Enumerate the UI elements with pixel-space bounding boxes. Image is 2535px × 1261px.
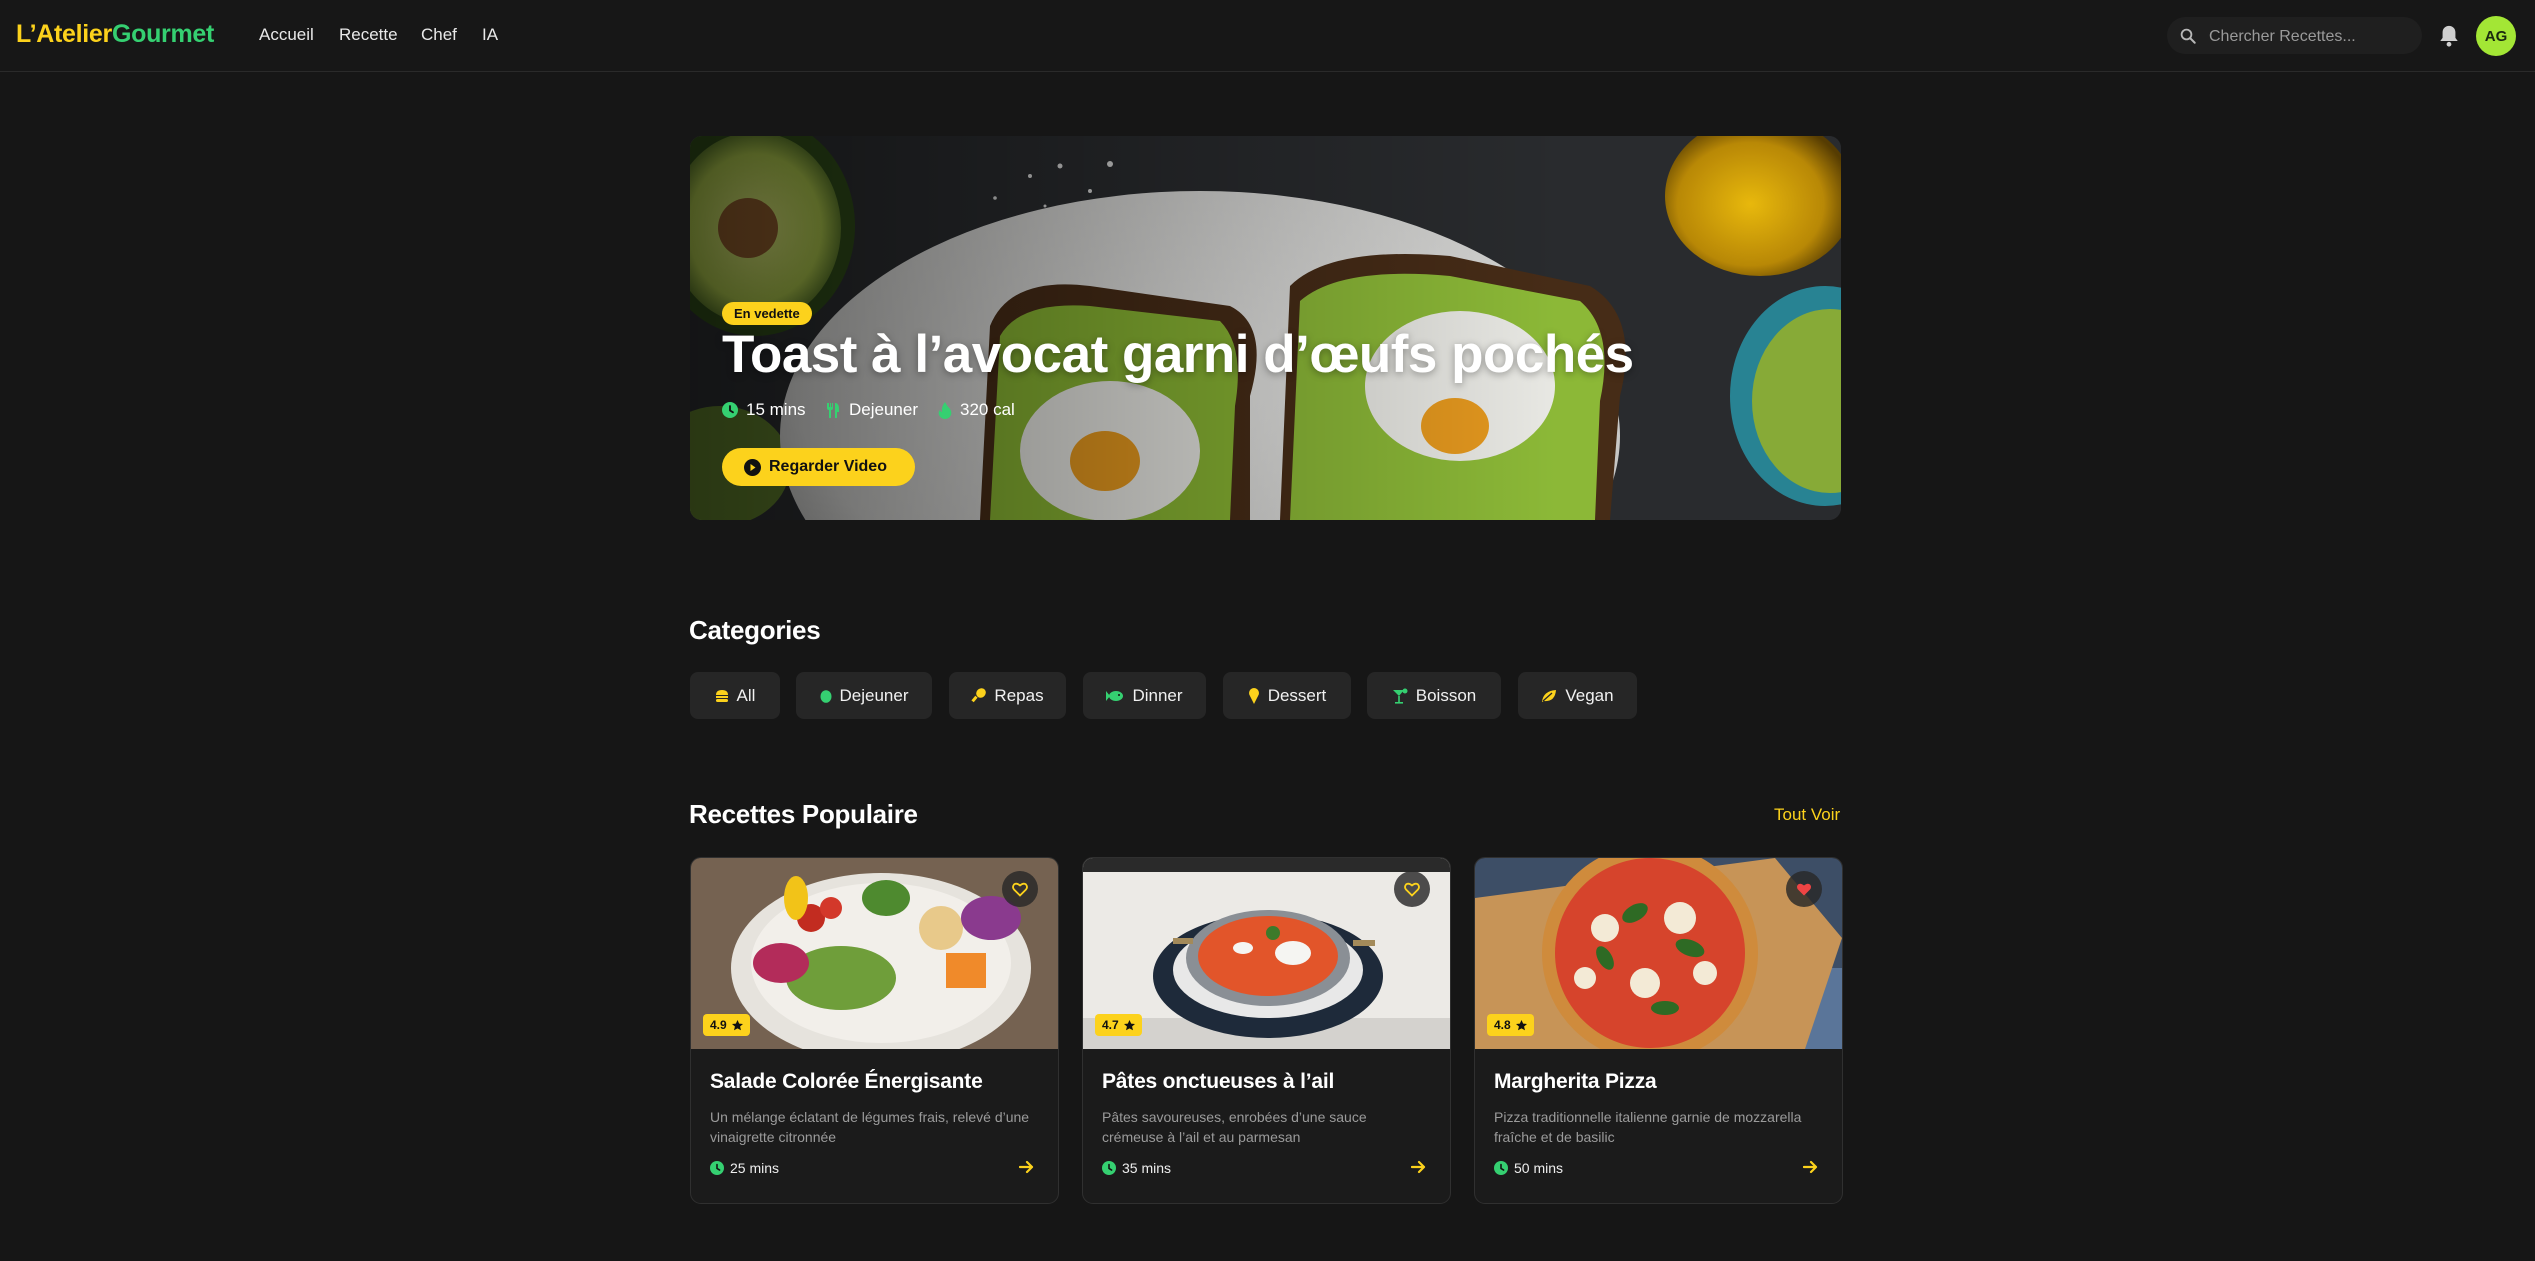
heart-filled-icon [1797,883,1811,895]
category-repas[interactable]: Repas [949,672,1066,719]
rating-badge: 4.8 [1487,1014,1534,1036]
recipe-description: Pizza traditionnelle italienne garnie de… [1494,1109,1802,1145]
user-avatar[interactable]: AG [2476,16,2516,56]
recipe-title: Margherita Pizza [1494,1070,1657,1093]
featured-badge: En vedette [722,302,812,325]
nav-link-chef[interactable]: Chef [421,25,457,45]
recipe-time-text: 25 mins [730,1160,780,1176]
drumstick-icon [971,688,987,703]
logo-text-gourmet: Gourmet [111,20,215,48]
categories-heading: Categories [689,615,821,645]
rating-badge: 4.9 [703,1014,750,1036]
recipe-title: Pâtes onctueuses à l’ail [1102,1070,1335,1093]
hero-meal-text: Dejeuner [849,400,918,419]
play-icon [744,458,761,476]
category-all[interactable]: All [690,672,780,719]
category-dessert[interactable]: Dessert [1223,672,1351,719]
see-all-link[interactable]: Tout Voir [1774,805,1840,825]
hero-time: 15 mins [722,400,806,420]
logo-text-atelier: L’Atelier [16,20,112,48]
hero-title: Toast à l’avocat garni d’œufs pochés [722,325,1634,384]
clock-icon [1494,1161,1508,1175]
leaf-icon [1542,689,1557,702]
category-label: Repas [994,685,1044,705]
nav-link-accueil[interactable]: Accueil [259,25,314,45]
favorite-button[interactable] [1394,871,1430,907]
clock-icon [1102,1161,1116,1175]
bell-icon[interactable] [2438,24,2460,48]
category-boisson[interactable]: Boisson [1367,672,1501,719]
recipe-card[interactable]: 4.8 Margherita Pizza Pizza traditionnell… [1474,857,1843,1204]
clock-icon [722,402,738,418]
hero-time-text: 15 mins [746,400,806,419]
heart-outline-icon [1404,882,1420,897]
category-label: Dinner [1132,685,1183,705]
search-input[interactable] [2207,17,2416,56]
category-label: Dessert [1267,685,1327,705]
burger-icon [715,689,728,702]
category-dejeuner[interactable]: Dejeuner [796,672,932,719]
recipe-description: Pâtes savoureuses, enrobées d’une sauce … [1102,1109,1367,1145]
flame-icon [938,401,952,419]
category-dinner[interactable]: Dinner [1083,672,1206,719]
category-label: Boisson [1415,685,1477,705]
hero-calories-text: 320 cal [960,400,1015,419]
clock-icon [710,1161,724,1175]
rating-value: 4.9 [710,1018,727,1032]
watch-video-button[interactable]: Regarder Video [722,448,915,486]
favorite-button[interactable] [1002,871,1038,907]
recipe-card[interactable]: 4.7 Pâtes onctueuses à l’ail Pâtes savou… [1082,857,1451,1204]
arrow-right-icon[interactable] [1019,1160,1035,1174]
recipe-time-text: 35 mins [1122,1160,1172,1176]
ice-cream-icon [1248,687,1259,704]
search-icon [2180,28,2196,44]
top-navbar: L’AtelierGourmet Accueil Recette Chef IA… [0,0,2535,72]
popular-heading: Recettes Populaire [689,799,918,829]
arrow-right-icon[interactable] [1411,1160,1427,1174]
brand-logo[interactable]: L’AtelierGourmet [16,20,214,49]
search-bar[interactable] [2167,17,2422,56]
star-icon [1123,1019,1135,1030]
recipe-time: 25 mins [710,1160,779,1176]
arrow-right-icon[interactable] [1803,1160,1819,1174]
recipe-card[interactable]: 4.9 Salade Colorée Énergisante Un mélang… [690,857,1059,1204]
rating-value: 4.7 [1102,1018,1119,1032]
category-label: All [736,685,756,705]
category-label: Dejeuner [839,685,909,705]
recipe-time-text: 50 mins [1514,1160,1564,1176]
rating-badge: 4.7 [1095,1014,1142,1036]
hero-meal: Dejeuner [825,400,918,420]
category-label: Vegan [1565,685,1614,705]
cocktail-icon [1392,688,1408,704]
fish-icon [1106,690,1124,701]
star-icon [731,1019,743,1030]
recipe-description: Un mélange éclatant de légumes frais, re… [710,1109,1030,1145]
favorite-button[interactable] [1786,871,1822,907]
category-vegan[interactable]: Vegan [1518,672,1637,719]
featured-hero[interactable]: En vedette Toast à l’avocat garni d’œufs… [690,136,1841,520]
utensils-icon [827,402,839,418]
nav-link-ia[interactable]: IA [482,25,498,45]
star-icon [1515,1019,1527,1030]
rating-value: 4.8 [1494,1018,1511,1032]
recipe-time: 50 mins [1494,1160,1563,1176]
heart-outline-icon [1012,882,1028,897]
watch-video-label: Regarder Video [769,458,887,475]
recipe-title: Salade Colorée Énergisante [710,1070,983,1093]
recipe-time: 35 mins [1102,1160,1171,1176]
egg-icon [820,690,831,703]
nav-link-recette[interactable]: Recette [339,25,398,45]
hero-calories: 320 cal [938,400,1015,420]
